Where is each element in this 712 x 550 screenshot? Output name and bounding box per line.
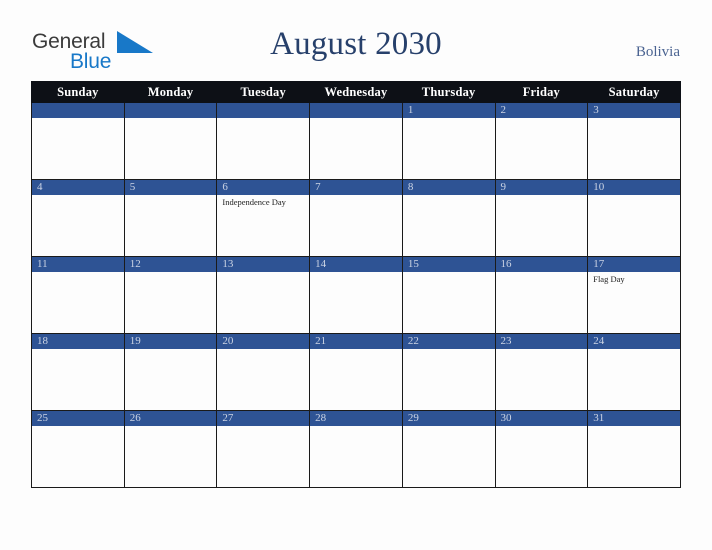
calendar-body: 1 2 3 4 5 6 Independence Day 7 8 9 10 11 12 13 14 15 16 1… — [31, 102, 681, 488]
day-number: 22 — [403, 334, 495, 349]
day-number: 18 — [32, 334, 124, 349]
day-number: 6 — [217, 180, 309, 195]
calendar-grid: Sunday Monday Tuesday Wednesday Thursday… — [31, 81, 681, 488]
weekday-header-monday: Monday — [123, 81, 218, 103]
day-number: 20 — [217, 334, 309, 349]
day-number: 10 — [588, 180, 680, 195]
day-number: 1 — [403, 103, 495, 118]
calendar-day-cell[interactable]: 23 — [494, 333, 589, 411]
day-number: 12 — [125, 257, 216, 272]
day-number: 5 — [125, 180, 216, 195]
calendar-day-cell[interactable]: 29 — [401, 410, 496, 488]
calendar-day-cell[interactable]: 25 — [31, 410, 125, 488]
day-number: 23 — [496, 334, 587, 349]
calendar-week-row: 123 — [31, 102, 681, 180]
calendar-day-cell[interactable]: 27 — [216, 410, 311, 488]
page-header: General Blue August 2030 Bolivia — [0, 0, 712, 80]
calendar-day-cell[interactable]: 16 — [494, 256, 589, 334]
day-events: Independence Day — [218, 195, 309, 208]
day-number: 24 — [588, 334, 680, 349]
day-number: 19 — [125, 334, 216, 349]
calendar-day-cell[interactable]: 3 — [587, 102, 681, 180]
calendar-day-cell[interactable]: 19 — [123, 333, 218, 411]
day-number: 25 — [32, 411, 124, 426]
day-number: 21 — [310, 334, 402, 349]
day-number — [32, 103, 124, 118]
calendar-week-row: 4 5 6 Independence Day 7 8 9 10 — [31, 179, 681, 257]
weekday-header-sunday: Sunday — [31, 81, 125, 103]
day-number: 13 — [217, 257, 309, 272]
calendar-empty-cell — [31, 102, 125, 180]
calendar-day-cell[interactable]: 4 — [31, 179, 125, 257]
calendar-day-cell[interactable]: 26 — [123, 410, 218, 488]
day-number: 7 — [310, 180, 402, 195]
day-number: 30 — [496, 411, 587, 426]
day-number: 27 — [217, 411, 309, 426]
calendar-day-cell[interactable]: 20 — [216, 333, 311, 411]
calendar-week-row: 25 26 27 28 29 30 31 — [31, 410, 681, 488]
day-number: 14 — [310, 257, 402, 272]
day-number: 31 — [588, 411, 680, 426]
day-number: 3 — [588, 103, 680, 118]
day-number: 29 — [403, 411, 495, 426]
calendar-day-cell[interactable]: 7 — [309, 179, 403, 257]
day-number: 9 — [496, 180, 587, 195]
calendar-day-cell[interactable]: 10 — [587, 179, 681, 257]
calendar-header-row: Sunday Monday Tuesday Wednesday Thursday… — [31, 81, 681, 103]
calendar-day-cell[interactable]: 2 — [494, 102, 589, 180]
calendar-day-cell[interactable]: 21 — [309, 333, 403, 411]
day-number — [217, 103, 309, 118]
day-number — [310, 103, 402, 118]
day-number: 15 — [403, 257, 495, 272]
calendar-empty-cell — [309, 102, 403, 180]
calendar-day-cell[interactable]: 9 — [494, 179, 589, 257]
calendar-day-cell[interactable]: 31 — [587, 410, 681, 488]
calendar-day-cell[interactable]: 12 — [123, 256, 218, 334]
day-number: 28 — [310, 411, 402, 426]
calendar-empty-cell — [123, 102, 218, 180]
day-number — [125, 103, 216, 118]
calendar-day-cell[interactable]: 1 — [401, 102, 496, 180]
calendar-day-cell[interactable]: 30 — [494, 410, 589, 488]
calendar-day-cell[interactable]: 8 — [401, 179, 496, 257]
day-number: 4 — [32, 180, 124, 195]
event-label: Independence Day — [222, 197, 286, 207]
calendar-day-cell[interactable]: 24 — [587, 333, 681, 411]
calendar-empty-cell — [216, 102, 311, 180]
weekday-header-tuesday: Tuesday — [216, 81, 311, 103]
calendar-page: General Blue August 2030 Bolivia Sunday … — [0, 0, 712, 550]
calendar-day-cell[interactable]: 15 — [401, 256, 496, 334]
calendar-day-cell[interactable]: 17 Flag Day — [587, 256, 681, 334]
calendar-day-cell[interactable]: 22 — [401, 333, 496, 411]
calendar-week-row: 11 12 13 14 15 16 17 Flag Day — [31, 256, 681, 334]
weekday-header-friday: Friday — [494, 81, 589, 103]
day-number: 8 — [403, 180, 495, 195]
weekday-header-wednesday: Wednesday — [309, 81, 403, 103]
event-label: Flag Day — [593, 274, 625, 284]
day-events: Flag Day — [589, 272, 680, 285]
calendar-day-cell[interactable]: 6 Independence Day — [216, 179, 311, 257]
calendar-day-cell[interactable]: 18 — [31, 333, 125, 411]
calendar-day-cell[interactable]: 5 — [123, 179, 218, 257]
day-number: 11 — [32, 257, 124, 272]
day-number: 2 — [496, 103, 587, 118]
weekday-header-thursday: Thursday — [401, 81, 496, 103]
calendar-day-cell[interactable]: 14 — [309, 256, 403, 334]
calendar-day-cell[interactable]: 28 — [309, 410, 403, 488]
calendar-day-cell[interactable]: 11 — [31, 256, 125, 334]
day-number: 16 — [496, 257, 587, 272]
weekday-header-saturday: Saturday — [587, 81, 681, 103]
country-label: Bolivia — [635, 44, 680, 60]
page-title: August 2030 — [270, 26, 442, 62]
day-number: 17 — [588, 257, 680, 272]
calendar-day-cell[interactable]: 13 — [216, 256, 311, 334]
day-number: 26 — [125, 411, 216, 426]
calendar-week-row: 18 19 20 21 22 23 24 — [31, 333, 681, 411]
